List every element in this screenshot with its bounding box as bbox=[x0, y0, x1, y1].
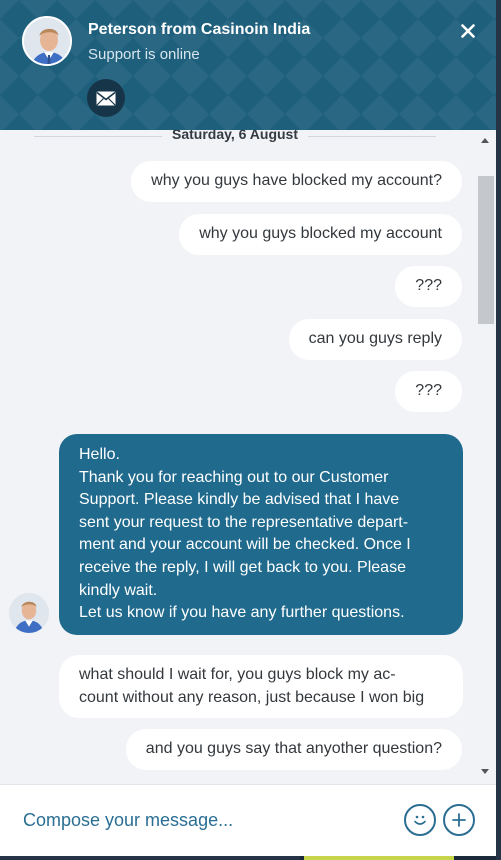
message-text: why you guys have blocked my account? bbox=[151, 172, 442, 189]
message-line: ment and your account will be checked. O… bbox=[79, 536, 411, 554]
scroll-down-arrow-icon[interactable] bbox=[481, 769, 489, 774]
agent-avatar-icon bbox=[9, 593, 49, 633]
user-message: why you guys blocked my account bbox=[179, 214, 462, 255]
agent-avatar-icon bbox=[22, 16, 72, 66]
message-text: and you guys say that anyother question? bbox=[145, 740, 442, 757]
message-text: ??? bbox=[415, 382, 442, 399]
message-line: count without any reason, just because I… bbox=[79, 688, 425, 706]
user-message: what should I wait for, you guys block m… bbox=[59, 655, 463, 719]
agent-status: Support is online bbox=[88, 46, 200, 63]
message-line: what should I wait for, you guys block m… bbox=[79, 666, 396, 683]
chat-header: Peterson from Casinoin India Support is … bbox=[0, 0, 496, 130]
message-line: Hello. bbox=[79, 446, 120, 463]
date-separator: Saturday, 6 August bbox=[34, 130, 436, 142]
agent-name: Peterson from Casinoin India bbox=[88, 21, 311, 38]
user-message: ??? bbox=[395, 266, 462, 307]
plus-icon bbox=[452, 813, 466, 827]
agent-message: Hello. Thank you for reaching out to our… bbox=[59, 434, 463, 635]
smiley-icon bbox=[414, 815, 426, 825]
scrollbar-thumb[interactable] bbox=[478, 176, 494, 324]
attach-button[interactable] bbox=[443, 804, 475, 836]
compose-input[interactable] bbox=[23, 807, 383, 833]
message-line: kindly wait. bbox=[79, 581, 158, 599]
message-composer bbox=[0, 784, 496, 856]
envelope-icon bbox=[96, 91, 116, 105]
user-message: ??? bbox=[395, 371, 462, 412]
scroll-up-arrow-icon[interactable] bbox=[481, 138, 489, 143]
message-line: sent your request to the representative … bbox=[79, 513, 409, 531]
user-message: and you guys say that anyother question? bbox=[125, 729, 462, 770]
message-text: can you guys reply bbox=[308, 330, 442, 347]
message-line: Thank you for reaching out to our Custom… bbox=[79, 468, 389, 486]
email-button[interactable] bbox=[87, 79, 125, 117]
user-message: can you guys reply bbox=[288, 319, 462, 360]
message-text: why you guys blocked my account bbox=[199, 225, 442, 242]
message-line: Support. Please kindly be advised that I… bbox=[79, 491, 400, 509]
user-message: why you guys have blocked my account? bbox=[131, 161, 462, 202]
emoji-button[interactable] bbox=[404, 804, 436, 836]
scrollbar[interactable] bbox=[474, 130, 496, 784]
message-list[interactable]: Saturday, 6 August why you guys have blo… bbox=[0, 130, 496, 784]
close-button[interactable] bbox=[456, 19, 480, 43]
date-label: Saturday, 6 August bbox=[171, 130, 299, 142]
background-edge bbox=[496, 0, 501, 860]
close-icon bbox=[461, 24, 475, 38]
message-line: receive the reply, I will get back to yo… bbox=[79, 558, 406, 576]
message-text: ??? bbox=[415, 277, 442, 294]
message-line: Let us know if you have any further ques… bbox=[79, 604, 405, 622]
chat-widget: Peterson from Casinoin India Support is … bbox=[0, 0, 496, 856]
